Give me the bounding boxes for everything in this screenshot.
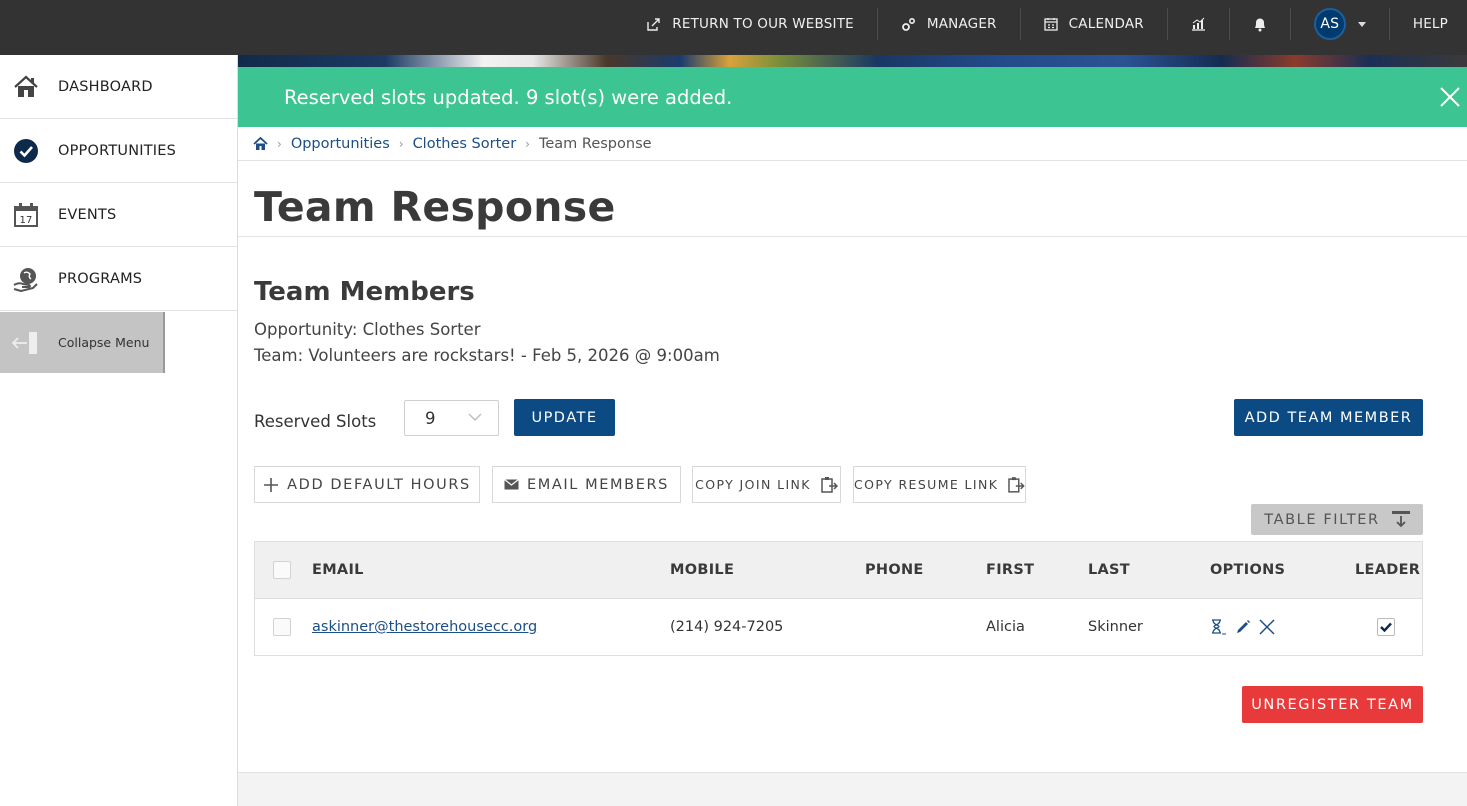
update-button[interactable]: UPDATE <box>514 399 615 436</box>
return-to-website-label: RETURN TO OUR WEBSITE <box>672 16 854 32</box>
add-default-hours-button[interactable]: ADD DEFAULT HOURS <box>254 466 480 503</box>
column-header-last[interactable]: LAST <box>1088 542 1130 598</box>
team-members-table: EMAIL MOBILE PHONE FIRST LAST OPTIONS LE… <box>254 541 1423 656</box>
unregister-team-button[interactable]: UNREGISTER TEAM <box>1242 686 1423 723</box>
calendar-link[interactable]: CALENDAR <box>1021 8 1168 40</box>
collapse-menu-label: Collapse Menu <box>58 335 150 350</box>
leader-checkbox[interactable] <box>1377 618 1395 636</box>
remove-x-icon[interactable] <box>1259 619 1275 635</box>
add-team-member-button[interactable]: ADD TEAM MEMBER <box>1234 399 1423 436</box>
clipboard-icon <box>1008 477 1025 493</box>
cogs-icon <box>901 17 915 31</box>
sidebar-item-label: PROGRAMS <box>58 270 143 287</box>
email-members-label: EMAIL MEMBERS <box>527 476 669 493</box>
reserved-slots-label: Reserved Slots <box>254 412 377 431</box>
envelope-icon <box>504 479 519 490</box>
check-circle-icon <box>12 137 39 164</box>
table-filter-button[interactable]: TABLE FILTER <box>1251 504 1423 535</box>
breadcrumb-opportunities[interactable]: Opportunities <box>291 136 390 152</box>
add-default-hours-label: ADD DEFAULT HOURS <box>287 476 471 493</box>
plus-icon <box>264 477 279 492</box>
globe-hand-icon <box>12 265 39 292</box>
breadcrumb-current: Team Response <box>538 135 652 152</box>
top-bar: RETURN TO OUR WEBSITE MANAGER CALENDAR A… <box>0 0 1467 55</box>
collapse-arrow-icon <box>12 331 37 354</box>
breadcrumb-clothes-sorter[interactable]: Clothes Sorter <box>413 136 517 152</box>
column-header-mobile[interactable]: MOBILE <box>670 542 734 598</box>
column-header-email[interactable]: EMAIL <box>312 542 364 598</box>
sidebar-item-events[interactable]: 17 EVENTS <box>0 183 237 247</box>
sidebar-item-opportunities[interactable]: OPPORTUNITIES <box>0 119 237 183</box>
return-to-website-link[interactable]: RETURN TO OUR WEBSITE <box>624 8 878 40</box>
sidebar-item-label: EVENTS <box>58 206 117 223</box>
reserved-slots-value: 9 <box>425 408 436 428</box>
external-link-icon <box>647 17 660 31</box>
home-icon[interactable] <box>253 136 268 151</box>
copy-join-link-label: COPY JOIN LINK <box>695 477 811 492</box>
caret-down-icon <box>1357 21 1366 27</box>
main-content: Team Members Opportunity: Clothes Sorter… <box>238 237 1467 773</box>
chevron-down-icon <box>468 413 482 421</box>
copy-resume-link-label: COPY RESUME LINK <box>854 477 999 492</box>
calendar-label: CALENDAR <box>1068 16 1144 32</box>
row-select-checkbox[interactable] <box>273 618 291 636</box>
calendar-icon <box>1044 18 1058 31</box>
email-members-button[interactable]: EMAIL MEMBERS <box>492 466 681 503</box>
notifications-link[interactable] <box>1230 8 1291 40</box>
home-icon <box>12 73 39 100</box>
top-nav: RETURN TO OUR WEBSITE MANAGER CALENDAR A… <box>624 0 1467 48</box>
select-all-checkbox[interactable] <box>273 561 291 579</box>
manager-link[interactable]: MANAGER <box>878 8 1021 40</box>
checkmark-icon <box>1380 622 1392 632</box>
breadcrumb-separator-icon: › <box>277 136 282 151</box>
breadcrumb: › Opportunities › Clothes Sorter › Team … <box>238 127 1467 161</box>
copy-resume-link-button[interactable]: COPY RESUME LINK <box>853 466 1026 503</box>
clipboard-icon <box>821 477 838 493</box>
help-link[interactable]: HELP <box>1390 8 1467 40</box>
collapse-menu-button[interactable]: Collapse Menu <box>0 312 165 373</box>
reports-link[interactable] <box>1168 8 1230 40</box>
page-title: Team Response <box>254 183 616 231</box>
manager-label: MANAGER <box>926 16 997 32</box>
user-menu[interactable]: AS <box>1291 8 1390 40</box>
copy-join-link-button[interactable]: COPY JOIN LINK <box>692 466 841 503</box>
team-info: Team: Volunteers are rockstars! - Feb 5,… <box>254 346 720 365</box>
table-header: EMAIL MOBILE PHONE FIRST LAST OPTIONS LE… <box>255 542 1422 599</box>
pencil-edit-icon[interactable] <box>1235 619 1251 635</box>
header-banner-image <box>238 55 1467 67</box>
chart-icon <box>1191 17 1205 31</box>
sidebar-item-dashboard[interactable]: DASHBOARD <box>0 55 237 119</box>
member-last-name: Skinner <box>1088 619 1143 635</box>
bell-icon <box>1254 18 1265 31</box>
calendar-17-icon: 17 <box>12 201 39 228</box>
title-bar: Team Response <box>238 161 1467 237</box>
column-header-phone[interactable]: PHONE <box>865 542 924 598</box>
member-email-link[interactable]: askinner@thestorehousecc.org <box>312 619 537 635</box>
sidebar: DASHBOARD OPPORTUNITIES 17 EVENTS PROGRA… <box>0 55 238 806</box>
close-icon[interactable] <box>1439 86 1461 108</box>
filter-download-icon <box>1391 511 1410 528</box>
breadcrumb-separator-icon: › <box>398 136 404 151</box>
help-label: HELP <box>1412 16 1448 32</box>
sidebar-item-label: DASHBOARD <box>58 78 153 95</box>
breadcrumb-separator-icon: › <box>525 136 530 151</box>
section-title: Team Members <box>254 277 475 307</box>
column-header-first[interactable]: FIRST <box>986 542 1034 598</box>
column-header-options: OPTIONS <box>1210 562 1286 578</box>
hourglass-icon[interactable] <box>1210 619 1227 635</box>
alert-message: Reserved slots updated. 9 slot(s) were a… <box>284 85 733 109</box>
sidebar-item-label: OPPORTUNITIES <box>58 142 177 159</box>
member-first-name: Alicia <box>986 619 1025 635</box>
table-row: askinner@thestorehousecc.org (214) 924-7… <box>255 599 1422 655</box>
column-header-leader[interactable]: LEADER <box>1355 542 1420 598</box>
reserved-slots-select[interactable]: 9 <box>404 400 499 436</box>
avatar: AS <box>1313 8 1346 40</box>
calendar-day-number: 17 <box>19 215 32 226</box>
opportunity-info: Opportunity: Clothes Sorter <box>254 320 481 339</box>
sidebar-item-programs[interactable]: PROGRAMS <box>0 247 237 311</box>
member-mobile: (214) 924-7205 <box>670 619 784 635</box>
success-alert: Reserved slots updated. 9 slot(s) were a… <box>238 67 1467 127</box>
table-filter-label: TABLE FILTER <box>1264 511 1380 528</box>
